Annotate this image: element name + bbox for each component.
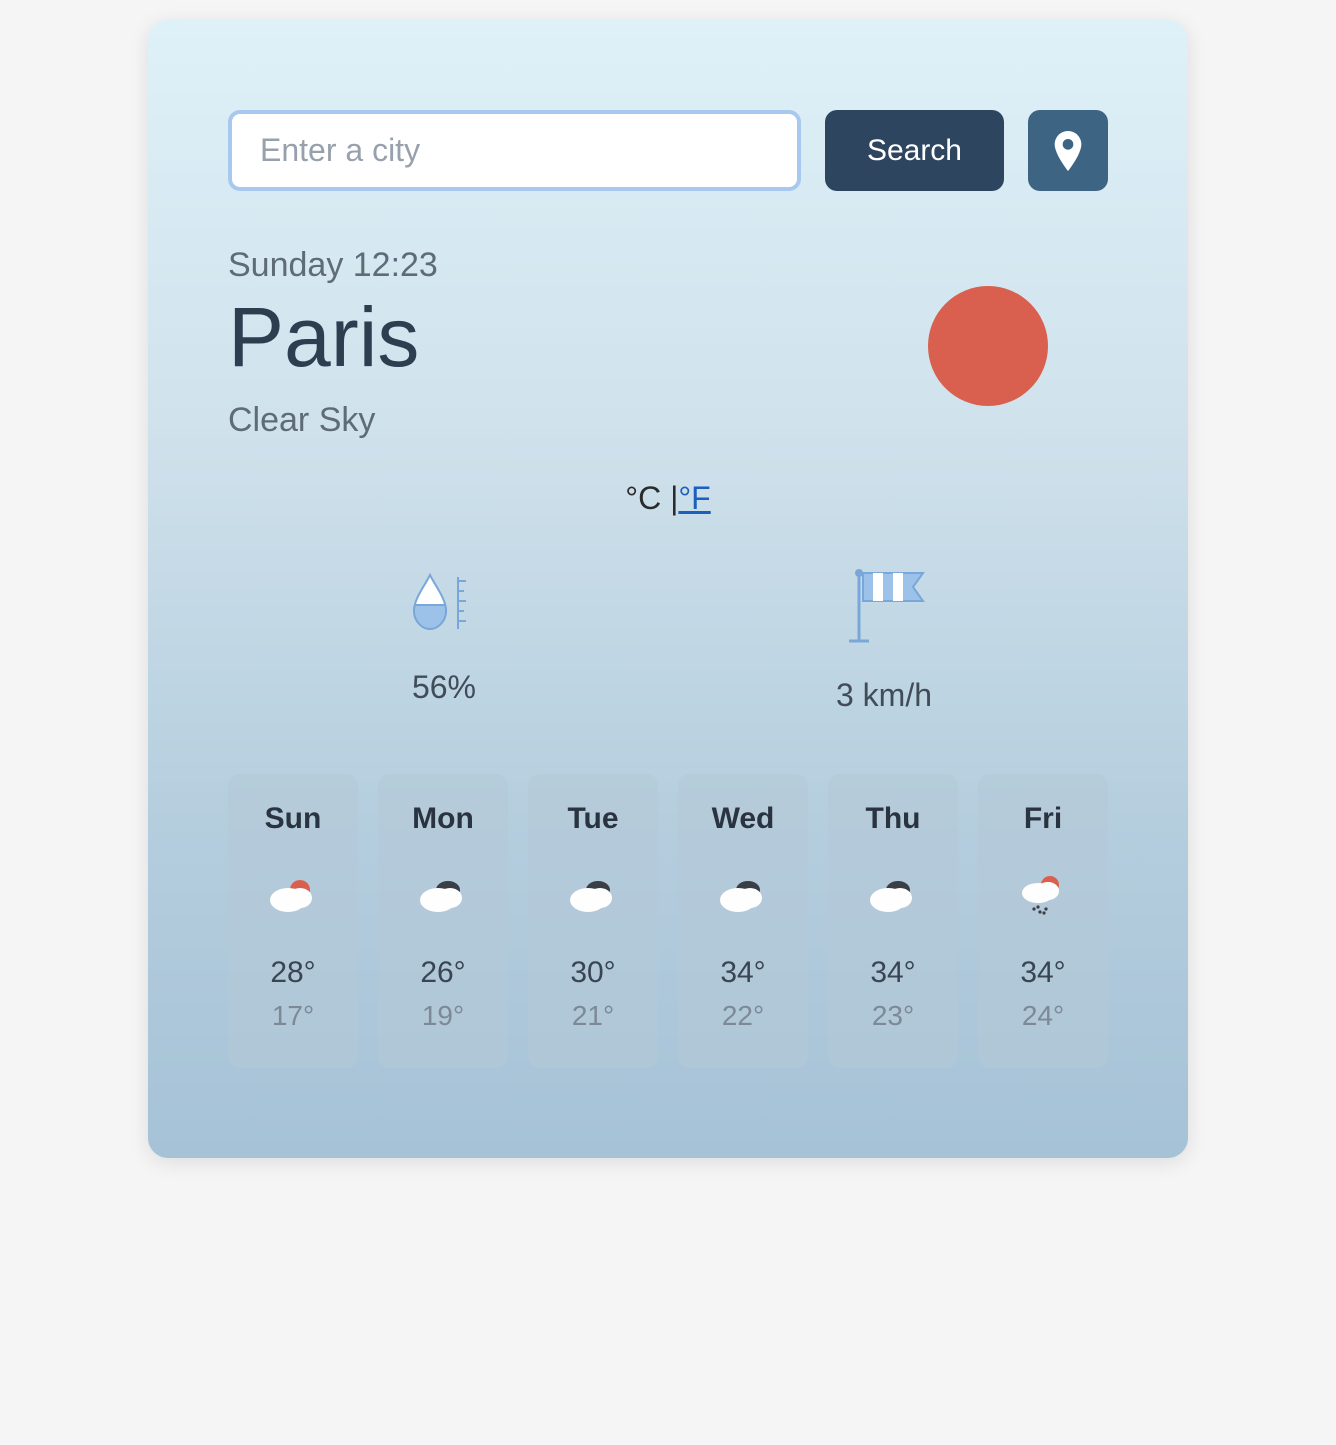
forecast-card: Thu 34° 23° bbox=[828, 774, 958, 1068]
city-search-input[interactable] bbox=[228, 110, 801, 191]
wind-metric: 3 km/h bbox=[836, 567, 932, 714]
forecast-day-label: Fri bbox=[1024, 802, 1062, 836]
cloudy-icon bbox=[718, 876, 768, 916]
forecast-card: Tue 30° 21° bbox=[528, 774, 658, 1068]
forecast-high: 26° bbox=[420, 956, 465, 990]
wind-value: 3 km/h bbox=[836, 677, 932, 714]
current-datetime: Sunday 12:23 bbox=[228, 246, 928, 285]
forecast-high: 34° bbox=[870, 956, 915, 990]
clear-day-icon bbox=[928, 286, 1048, 406]
forecast-day-label: Wed bbox=[712, 802, 775, 836]
forecast-high: 28° bbox=[270, 956, 315, 990]
unit-separator: | bbox=[661, 480, 678, 516]
unit-celsius[interactable]: °C bbox=[625, 480, 661, 516]
forecast-low: 22° bbox=[722, 1000, 764, 1032]
forecast-day-label: Sun bbox=[265, 802, 322, 836]
forecast-low: 19° bbox=[422, 1000, 464, 1032]
forecast-day-label: Thu bbox=[866, 802, 921, 836]
forecast-low: 21° bbox=[572, 1000, 614, 1032]
search-row: Search bbox=[228, 110, 1108, 191]
location-pin-icon bbox=[1052, 129, 1084, 173]
cloudy-icon bbox=[568, 876, 618, 916]
forecast-high: 34° bbox=[720, 956, 765, 990]
forecast-day-label: Tue bbox=[567, 802, 618, 836]
unit-fahrenheit[interactable]: °F bbox=[678, 480, 710, 516]
city-name: Paris bbox=[228, 291, 928, 383]
forecast-row: Sun 28° 17° Mon 26° 19° bbox=[228, 774, 1108, 1068]
forecast-card: Wed 34° 22° bbox=[678, 774, 808, 1068]
forecast-day-label: Mon bbox=[412, 802, 474, 836]
partly-cloudy-icon bbox=[268, 876, 318, 916]
forecast-low: 23° bbox=[872, 1000, 914, 1032]
cloudy-icon bbox=[418, 876, 468, 916]
humidity-metric: 56% bbox=[404, 567, 484, 714]
forecast-low: 17° bbox=[272, 1000, 314, 1032]
weather-description: Clear Sky bbox=[228, 401, 928, 440]
geolocate-button[interactable] bbox=[1028, 110, 1108, 191]
metrics-row: 56% 3 km/h bbox=[228, 567, 1108, 714]
forecast-card: Mon 26° 19° bbox=[378, 774, 508, 1068]
wind-icon bbox=[839, 567, 929, 647]
forecast-high: 34° bbox=[1020, 956, 1065, 990]
humidity-value: 56% bbox=[412, 669, 476, 706]
forecast-low: 24° bbox=[1022, 1000, 1064, 1032]
current-weather: Sunday 12:23 Paris Clear Sky bbox=[228, 246, 1108, 440]
forecast-card: Fri 34° 24° bbox=[978, 774, 1108, 1068]
cloudy-icon bbox=[868, 876, 918, 916]
humidity-icon bbox=[404, 567, 484, 639]
search-button[interactable]: Search bbox=[825, 110, 1004, 191]
forecast-high: 30° bbox=[570, 956, 615, 990]
rain-icon bbox=[1018, 876, 1068, 916]
weather-card: Search Sunday 12:23 Paris Clear Sky °C |… bbox=[148, 20, 1188, 1158]
unit-toggle: °C |°F bbox=[228, 480, 1108, 517]
forecast-card: Sun 28° 17° bbox=[228, 774, 358, 1068]
